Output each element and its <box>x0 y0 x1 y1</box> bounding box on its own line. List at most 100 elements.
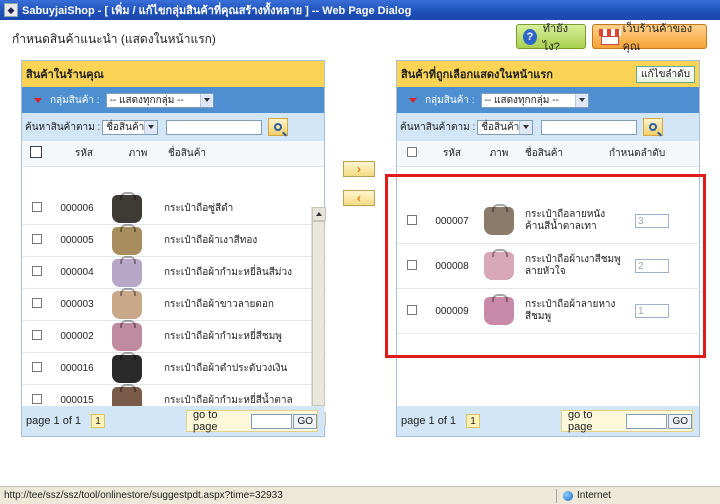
product-thumbnail <box>484 249 514 280</box>
shop-button[interactable]: เว็บร้านค้าของคุณ <box>592 23 707 53</box>
left-go-button[interactable]: GO <box>293 413 317 429</box>
right-panel-header: สินค้าที่ถูกเลือกแสดงในหน้าแรก แก้ไขลำดั… <box>397 61 699 87</box>
shop-icon <box>599 28 621 45</box>
product-thumbnail <box>112 223 142 255</box>
right-search-button[interactable] <box>643 118 664 136</box>
row-name: กระเป๋าถือผ้าเงาสีชมพูลายหัวใจ <box>525 254 621 277</box>
product-thumbnail <box>484 204 514 235</box>
row-checkbox[interactable] <box>32 394 42 404</box>
product-thumbnail <box>112 351 142 383</box>
status-url: http://tee/ssz/ssz/tool/onlinestore/sugg… <box>4 490 283 501</box>
row-code: 000002 <box>60 331 94 342</box>
arrow-down-icon <box>34 97 42 103</box>
left-col-code: รหัส <box>74 148 94 159</box>
status-bar: http://tee/ssz/ssz/tool/onlinestore/sugg… <box>0 486 720 504</box>
row-checkbox[interactable] <box>32 330 42 340</box>
window-title: SabuyjaiShop - [ เพิ่ม / แก้ไขกลุ่มสินค้… <box>22 5 412 17</box>
left-panel-title: สินค้าในร้านคุณ <box>26 69 104 81</box>
table-row: 000003 กระเป๋าถือผ้าขาวลายดอก <box>22 287 326 321</box>
left-select-all-checkbox[interactable] <box>30 146 42 158</box>
table-row: 000007 กระเป๋าถือลายหนังค้านสีน้ำตาลเทา 3 <box>397 199 701 244</box>
left-col-name: ชื่อสินค้า <box>168 148 207 159</box>
help-label: ทำยังไง? <box>542 22 568 53</box>
left-search-button[interactable] <box>268 118 289 136</box>
right-panel-title: สินค้าที่ถูกเลือกแสดงในหน้าแรก <box>401 69 553 81</box>
left-panel-header: สินค้าในร้านคุณ <box>22 61 324 87</box>
row-name: กระเป๋าถือลายหนังค้านสีน้ำตาลเทา <box>525 209 606 232</box>
left-goto-input[interactable] <box>250 413 293 429</box>
help-button[interactable]: ? ทำยังไง? <box>516 23 586 53</box>
right-go-button[interactable]: GO <box>668 413 692 429</box>
right-search-input[interactable] <box>541 119 638 135</box>
row-checkbox[interactable] <box>407 214 417 225</box>
remove-from-featured-button[interactable]: ‹ <box>343 190 375 206</box>
left-group-label: กลุ่มสินค้า : <box>50 94 100 106</box>
row-checkbox[interactable] <box>407 304 417 315</box>
product-thumbnail <box>112 319 142 351</box>
left-pagination: page 1 of 1 1 go to page GO <box>22 406 324 436</box>
arrow-down-icon <box>409 97 417 103</box>
rank-input[interactable]: 3 <box>635 214 669 228</box>
right-page-number[interactable]: 1 <box>466 414 481 428</box>
right-col-name: ชื่อสินค้า <box>525 148 564 159</box>
question-icon: ? <box>523 28 537 45</box>
row-checkbox[interactable] <box>32 298 42 308</box>
row-checkbox[interactable] <box>32 202 42 212</box>
left-product-list: 000006 กระเป๋าถือซู่สีดำ 000005 กระเป๋าถือผ… <box>22 191 326 417</box>
shop-label: เว็บร้านค้าของคุณ <box>622 22 693 53</box>
left-column-headers: รหัส ภาพ ชื่อสินค้า <box>22 141 324 167</box>
row-code: 000004 <box>60 267 94 278</box>
rank-input[interactable]: 1 <box>635 304 669 318</box>
product-thumbnail <box>112 191 142 223</box>
chevron-down-icon <box>519 120 533 134</box>
right-group-select[interactable]: -- แสดงทุกกลุ่ม -- <box>480 92 589 108</box>
row-code: 000007 <box>435 215 469 227</box>
chevron-down-icon <box>199 93 213 107</box>
left-page-number[interactable]: 1 <box>91 414 106 428</box>
chevron-right-icon: › <box>357 162 361 176</box>
chevron-down-icon <box>574 93 588 107</box>
chevron-left-icon: ‹ <box>357 191 361 205</box>
right-search-field-select[interactable]: ชื่อสินค้า <box>477 119 534 135</box>
right-select-all-checkbox[interactable] <box>407 147 417 157</box>
row-code: 000003 <box>60 299 94 310</box>
row-code: 000008 <box>435 260 469 272</box>
row-checkbox[interactable] <box>32 266 42 276</box>
left-search-input[interactable] <box>166 119 263 135</box>
left-page-text: page 1 of 1 <box>26 415 82 427</box>
left-goto-page: go to page GO <box>186 409 318 433</box>
left-search-field-select[interactable]: ชื่อสินค้า <box>102 119 159 135</box>
right-goto-input[interactable] <box>625 413 668 429</box>
left-vertical-scrollbar[interactable] <box>311 207 326 426</box>
row-name: กระเป๋าถือผ้าดำประดับวงเงิน <box>164 363 288 374</box>
row-code: 000005 <box>60 235 94 246</box>
right-search-bar: ค้นหาสินค้าตาม : ชื่อสินค้า <box>397 113 699 141</box>
row-name: กระเป๋าถือผ้าขาวลายดอก <box>164 299 274 310</box>
chevron-down-icon <box>144 120 158 134</box>
left-search-label: ค้นหาสินค้าตาม : <box>25 121 101 133</box>
right-group-filter: กลุ่มสินค้า : -- แสดงทุกกลุ่ม -- <box>397 87 699 113</box>
row-checkbox[interactable] <box>32 362 42 372</box>
security-zone: Internet <box>557 490 611 501</box>
row-code: 000016 <box>60 363 94 374</box>
edit-order-button[interactable]: แก้ไขลำดับ <box>636 65 695 83</box>
product-thumbnail <box>112 255 142 287</box>
scroll-thumb[interactable] <box>312 221 325 406</box>
globe-icon <box>563 490 573 501</box>
row-code: 000006 <box>60 203 94 214</box>
right-col-code: รหัส <box>442 148 462 159</box>
row-checkbox[interactable] <box>407 259 417 270</box>
left-group-select[interactable]: -- แสดงทุกกลุ่ม -- <box>105 92 214 108</box>
row-name: กระเป๋าถือผ้าเงาสีทอง <box>164 235 258 246</box>
scroll-up-icon[interactable] <box>312 207 326 221</box>
row-name: กระเป๋าถือผ้าลายหางสีชมพู <box>525 299 616 322</box>
page-title: กำหนดสินค้าแนะนำ (แสดงในหน้าแรก) <box>12 32 216 46</box>
search-icon <box>274 123 283 131</box>
add-to-featured-button[interactable]: › <box>343 161 375 177</box>
table-row: 000006 กระเป๋าถือซู่สีดำ <box>22 191 326 225</box>
row-checkbox[interactable] <box>32 234 42 244</box>
rank-input[interactable]: 2 <box>635 259 669 273</box>
product-thumbnail <box>112 287 142 319</box>
table-row: 000002 กระเป๋าถือผ้ากำมะหยี่สีชมพู <box>22 319 326 353</box>
left-search-bar: ค้นหาสินค้าตาม : ชื่อสินค้า <box>22 113 324 141</box>
